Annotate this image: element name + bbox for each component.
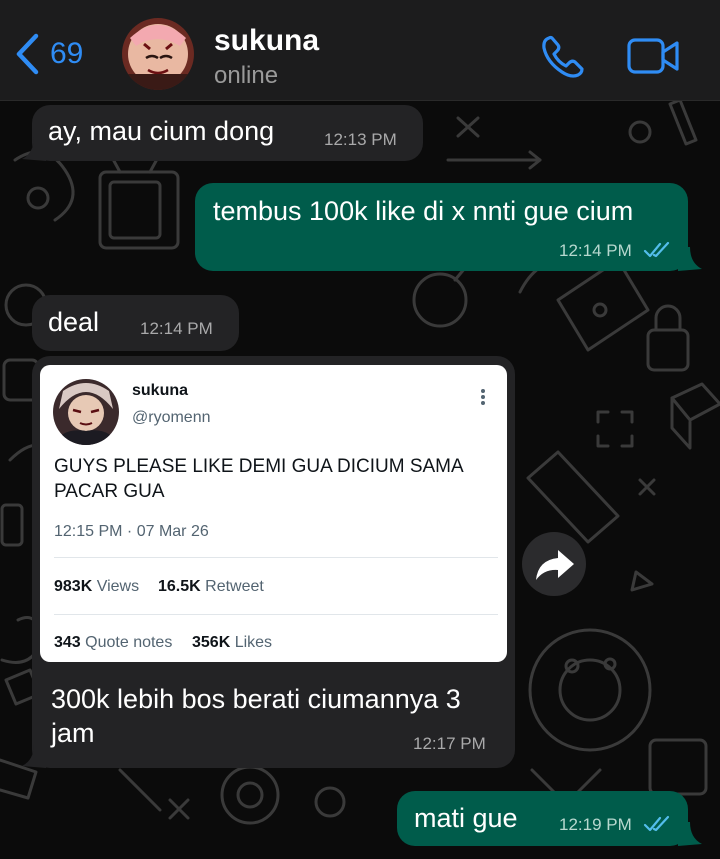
back-button[interactable]: 69 — [14, 32, 83, 76]
tweet-text: GUYS PLEASE LIKE DEMI GUA DICIUM SAMA PA… — [54, 456, 463, 502]
message-text-line: jam — [51, 718, 95, 748]
message-bubble-outgoing[interactable]: mati gue 12:19 PM — [397, 791, 688, 846]
tweet-timestamp[interactable]: 12:15 PM · 07 Mar 26 — [54, 523, 209, 541]
tweet-views[interactable]: 983K Views — [54, 578, 139, 596]
video-camera-icon — [627, 38, 679, 74]
retweet-count: 16.5K — [158, 578, 201, 595]
bubble-tail — [22, 744, 46, 768]
contact-status: online — [214, 62, 279, 89]
tweet-author-name[interactable]: sukuna — [132, 382, 188, 400]
chevron-left-icon — [16, 33, 39, 75]
message-bubble-outgoing[interactable]: tembus 100k like di x nnti gue cium 12:1… — [195, 183, 688, 271]
quote-count: 343 — [54, 634, 81, 651]
views-count: 983K — [54, 578, 93, 595]
message-text: deal — [48, 307, 100, 337]
contact-avatar[interactable] — [122, 18, 194, 90]
divider — [54, 614, 498, 615]
quote-label: Quote notes — [85, 634, 173, 651]
retweet-label: Retweet — [205, 578, 264, 595]
tweet-quotes[interactable]: 343 Quote notes — [54, 634, 172, 652]
message-time: 12:17 PM — [413, 734, 486, 753]
bubble-tail — [22, 137, 46, 161]
views-label: Views — [96, 578, 140, 595]
double-check-read-icon — [643, 241, 670, 258]
unread-count: 69 — [50, 37, 84, 70]
bubble-tail — [678, 822, 702, 846]
phone-icon — [542, 35, 584, 78]
message-text: ay, mau cium dong — [48, 116, 275, 146]
message-time: 12:14 PM — [559, 241, 632, 260]
double-check-read-icon — [643, 815, 670, 832]
divider — [54, 557, 498, 558]
chat-header: 69 sukuna online — [0, 0, 720, 101]
video-call-button[interactable] — [626, 36, 682, 81]
message-text: mati gue — [414, 803, 518, 833]
message-bubble-incoming[interactable]: deal 12:14 PM — [32, 295, 239, 351]
message-text: tembus 100k like di x nnti gue cium — [213, 196, 634, 226]
contact-name[interactable]: sukuna — [214, 24, 319, 58]
tweet-avatar[interactable] — [53, 379, 119, 445]
more-options-icon[interactable] — [476, 387, 490, 411]
tweet-likes[interactable]: 356K Likes — [192, 634, 272, 652]
tweet-retweets[interactable]: 16.5K Retweet — [158, 578, 264, 596]
voice-call-button[interactable] — [540, 34, 588, 83]
message-text-line: 300k lebih bos berati ciumannya 3 — [51, 684, 461, 714]
tweet-card[interactable]: sukuna @ryomenn GUYS PLEASE LIKE DEMI GU… — [40, 365, 507, 662]
forward-button[interactable] — [522, 532, 586, 596]
likes-label: Likes — [234, 634, 273, 651]
likes-count: 356K — [192, 634, 231, 651]
message-time: 12:14 PM — [140, 319, 213, 338]
bubble-tail — [678, 247, 702, 271]
tweet-author-handle[interactable]: @ryomenn — [132, 409, 211, 427]
message-time: 12:13 PM — [324, 130, 397, 149]
message-time: 12:19 PM — [559, 815, 632, 834]
message-bubble-incoming[interactable]: ay, mau cium dong 12:13 PM — [32, 105, 423, 161]
share-arrow-icon — [536, 550, 574, 580]
